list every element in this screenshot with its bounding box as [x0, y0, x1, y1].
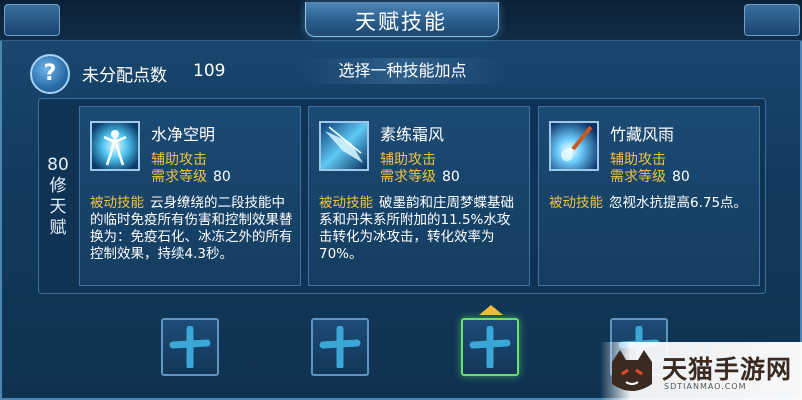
requirement-label: 需求等级 — [151, 169, 207, 185]
help-icon[interactable]: ? — [30, 54, 70, 94]
cat-logo-icon — [612, 350, 652, 391]
tier-label-char-1: 修 — [49, 176, 67, 196]
skill-requirement: 需求等级 80 — [151, 166, 231, 186]
skill-description: 被动技能 云身缭绕的二段技能中的临时免疫所有伤害和控制效果替换为：免疫石化、冰冻之… — [90, 195, 294, 263]
brush-strike-icon — [549, 121, 599, 171]
tier-label-level: 80 — [47, 155, 69, 175]
requirement-label: 需求等级 — [610, 169, 666, 185]
unallocated-points-label: 未分配点数 — [82, 66, 167, 86]
requirement-value: 80 — [213, 169, 231, 185]
frost-wind-icon — [319, 121, 369, 171]
skill-name: 竹藏风雨 — [610, 125, 675, 144]
passive-tag: 被动技能 — [549, 195, 603, 211]
selected-arrow-icon — [479, 305, 503, 315]
requirement-label: 需求等级 — [380, 169, 436, 185]
description-text: 忽视水抗提高6.75点。 — [609, 195, 748, 211]
plus-icon — [169, 326, 211, 368]
window-title: 天赋技能 — [355, 10, 447, 34]
skill-card-bamboo[interactable]: 竹藏风雨 辅助攻击 需求等级 80 被动技能 忽视水抗提高6.75点。 — [538, 106, 760, 286]
skill-name: 素练霜风 — [380, 125, 445, 144]
passive-tag: 被动技能 — [319, 195, 373, 211]
corner-ornament-left — [4, 4, 60, 36]
tier-label-char-2: 天 — [49, 197, 67, 217]
plus-icon — [469, 326, 511, 368]
skill-description: 被动技能 破墨韵和庄周梦蝶基础系和丹朱系所附加的11.5%水攻击转化为冰攻击，转化… — [319, 195, 523, 263]
select-skill-hint: 选择一种技能加点 — [300, 58, 505, 84]
tier-label: 80 修 天 赋 — [44, 155, 72, 239]
watermark-text: 天猫手游网 — [662, 355, 793, 384]
requirement-value: 80 — [672, 169, 690, 185]
unallocated-points-value: 109 — [193, 61, 226, 81]
passive-tag: 被动技能 — [90, 195, 144, 211]
plus-icon — [319, 326, 361, 368]
watermark-url: SDTIANMAO.COM — [664, 382, 747, 391]
water-figure-icon — [90, 121, 140, 171]
skill-card-water[interactable]: 水净空明 辅助攻击 需求等级 80 被动技能 云身缭绕的二段技能中的临时免疫所有伤害… — [79, 106, 301, 286]
skill-requirement: 需求等级 80 — [380, 166, 460, 186]
skill-description: 被动技能 忽视水抗提高6.75点。 — [549, 195, 753, 212]
requirement-value: 80 — [442, 169, 460, 185]
skill-slot-1[interactable] — [161, 318, 219, 376]
skill-requirement: 需求等级 80 — [610, 166, 690, 186]
corner-ornament-right — [744, 4, 800, 36]
skill-slot-2[interactable] — [311, 318, 369, 376]
skill-card-frost[interactable]: 素练霜风 辅助攻击 需求等级 80 被动技能 破墨韵和庄周梦蝶基础系和丹朱系所附加的… — [308, 106, 530, 286]
skill-name: 水净空明 — [151, 125, 216, 144]
tier-label-char-3: 赋 — [49, 218, 67, 238]
skill-slot-3[interactable] — [461, 318, 519, 376]
